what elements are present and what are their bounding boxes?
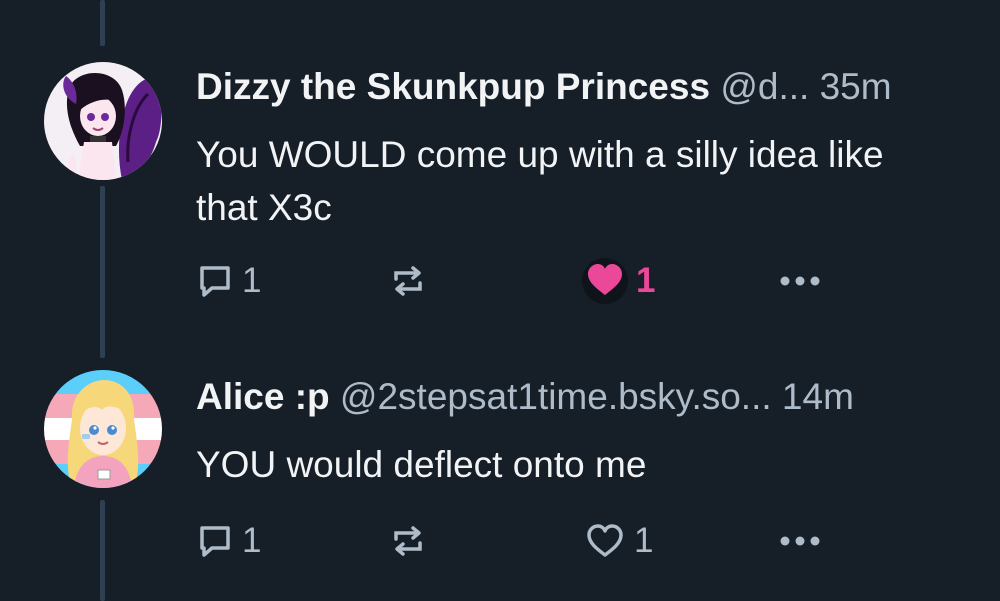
reply-count: 1 [242,261,262,300]
heart-filled-icon [582,258,628,304]
ellipsis-icon [780,276,820,286]
blonde-girl-trans-flag-avatar-icon [44,370,162,488]
more-options-button[interactable] [778,258,822,304]
post-text: YOU would deflect onto me [196,444,647,485]
ellipsis-icon [780,536,820,546]
post-timestamp[interactable]: 35m [820,66,892,107]
post-header: Dizzy the Skunkpup Princess @d... 35m [196,64,966,110]
like-button[interactable]: 1 [582,258,655,304]
reply-button[interactable]: 1 [196,518,261,564]
post-actions: 1 1 [196,518,836,564]
display-name[interactable]: Alice :p [196,376,330,417]
reply-count: 1 [242,521,262,560]
post-item[interactable]: Alice :p @2stepsat1time.bsky.so... 14m Y… [0,370,1000,601]
repost-icon [394,526,422,556]
like-count: 1 [636,261,656,300]
avatar[interactable] [44,62,162,180]
reply-button[interactable]: 1 [196,258,261,304]
thread-connector-line [100,0,105,46]
post-text: You WOULD come up with a silly idea like… [196,134,884,228]
thread-feed: Dizzy the Skunkpup Princess @d... 35m Yo… [0,0,1000,601]
repost-icon [394,266,422,296]
display-name[interactable]: Dizzy the Skunkpup Princess [196,66,710,107]
purple-skunk-character-avatar-icon [44,62,162,180]
post-header: Alice :p @2stepsat1time.bsky.so... 14m [196,374,966,420]
more-options-button[interactable] [778,518,822,564]
user-handle[interactable]: @2stepsat1time.bsky.so... [340,376,772,417]
repost-button[interactable] [388,518,428,564]
reply-icon [200,266,230,297]
heart-outline-icon [587,524,623,557]
user-handle[interactable]: @d... [720,66,809,107]
post-timestamp[interactable]: 14m [782,376,854,417]
reply-icon [200,526,230,557]
like-count: 1 [634,521,654,560]
avatar[interactable] [44,370,162,488]
repost-button[interactable] [388,258,428,304]
post-actions: 1 1 [196,258,836,304]
like-button[interactable]: 1 [584,518,653,564]
post-item[interactable]: Dizzy the Skunkpup Princess @d... 35m Yo… [0,62,1000,322]
